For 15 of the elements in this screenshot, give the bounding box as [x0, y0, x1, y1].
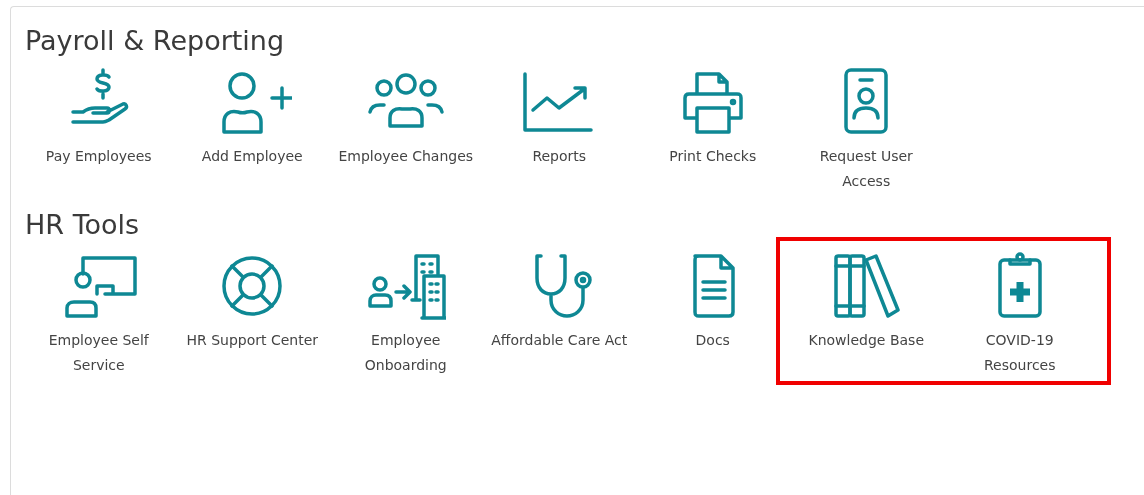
tile-link[interactable]: Reports: [532, 144, 587, 169]
tile-link[interactable]: Print Checks: [669, 144, 757, 169]
tile-link[interactable]: Affordable Care Act: [491, 328, 628, 353]
section-heading: HR Tools: [25, 210, 141, 240]
tile-link[interactable]: COVID-19 Resources: [949, 328, 1090, 378]
tile-link[interactable]: Request User Access: [796, 144, 937, 194]
section-heading: Payroll & Reporting: [25, 26, 286, 56]
tile-link[interactable]: Employee Changes: [338, 144, 474, 169]
tile-link[interactable]: HR Support Center: [186, 328, 319, 353]
tile-link[interactable]: Employee Onboarding: [335, 328, 476, 378]
tile-link[interactable]: Docs: [695, 328, 730, 353]
tile-link[interactable]: Knowledge Base: [808, 328, 924, 353]
tile-link[interactable]: Pay Employees: [45, 144, 152, 169]
tile-link[interactable]: Add Employee: [201, 144, 303, 169]
tile-link[interactable]: Employee Self Service: [28, 328, 169, 378]
